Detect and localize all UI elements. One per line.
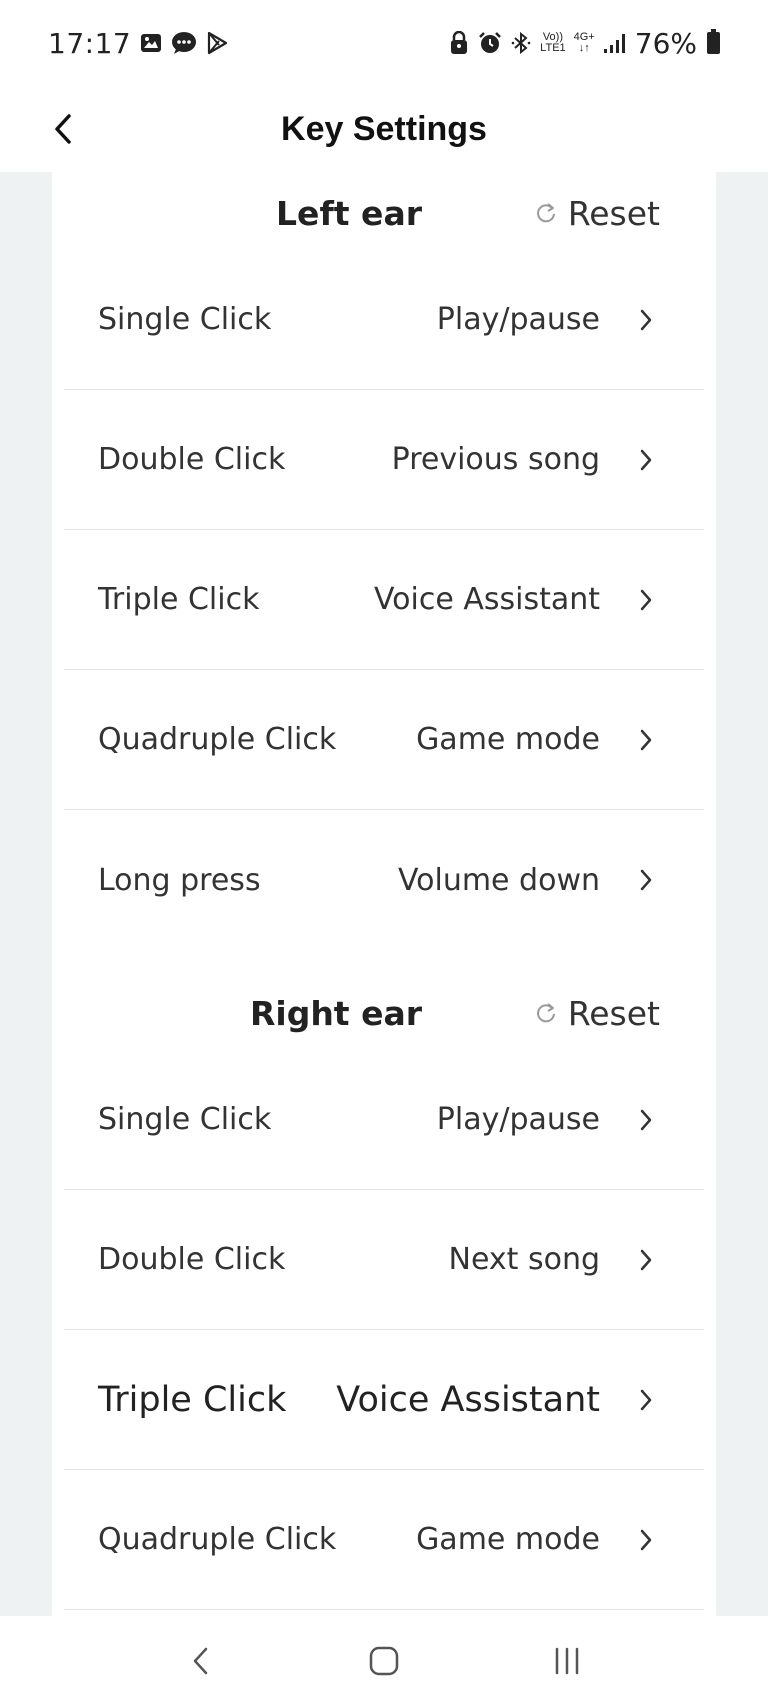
battery-icon [707, 29, 720, 54]
settings-content[interactable]: Left ear Reset Single Click Play/pause D… [0, 172, 768, 1616]
row-label: Quadruple Click [98, 722, 337, 757]
nav-back-button[interactable] [171, 1631, 231, 1691]
row-value: Next song [448, 1242, 600, 1277]
row-label: Single Click [98, 302, 272, 337]
row-label: Long press [98, 862, 261, 898]
row-label: Double Click [98, 442, 286, 477]
left-ear-header: Left ear Reset [52, 176, 716, 250]
chevron-right-icon [634, 1245, 658, 1275]
bluetooth-icon [510, 31, 532, 55]
row-value: Game mode [416, 1522, 600, 1557]
nav-home-button[interactable] [354, 1631, 414, 1691]
chat-bubble-icon [171, 31, 197, 55]
right-ear-title: Right ear [249, 993, 422, 1033]
lock-icon [448, 31, 470, 55]
status-bar: 17:17 Vo)) LTE1 4G+ ↓↑ 76% [0, 0, 768, 86]
left-ear-row-single-click[interactable]: Single Click Play/pause [64, 250, 704, 390]
left-ear-row-quadruple-click[interactable]: Quadruple Click Game mode [64, 670, 704, 810]
chevron-right-icon [634, 1525, 658, 1555]
right-ear-row-single-click[interactable]: Single Click Play/pause [64, 1050, 704, 1190]
row-value: Play/pause [436, 1102, 600, 1137]
gallery-icon [139, 31, 163, 55]
left-ear-card: Left ear Reset Single Click Play/pause D… [52, 172, 716, 1092]
row-label: Quadruple Click [98, 1522, 337, 1557]
reset-label: Reset [567, 993, 660, 1033]
left-ear-title: Left ear [276, 193, 422, 233]
right-ear-card: Right ear Reset Single Click Play/pause … [52, 960, 716, 1616]
network-type-icon: 4G+ ↓↑ [574, 32, 595, 54]
chevron-right-icon [634, 1105, 658, 1135]
chevron-right-icon [634, 1385, 658, 1415]
row-value: Voice Assistant [336, 1379, 600, 1420]
row-value: Play/pause [436, 302, 600, 337]
chevron-right-icon [634, 865, 658, 895]
app-bar: Key Settings [0, 86, 768, 172]
left-ear-row-long-press[interactable]: Long press Volume down [64, 810, 704, 950]
chevron-right-icon [634, 305, 658, 335]
row-value: Volume down [397, 862, 600, 898]
left-ear-row-triple-click[interactable]: Triple Click Voice Assistant [64, 530, 704, 670]
play-store-icon [205, 31, 229, 55]
chevron-right-icon [634, 445, 658, 475]
home-icon [369, 1646, 399, 1676]
chevron-left-icon [55, 114, 71, 144]
row-label: Single Click [98, 1102, 272, 1137]
chevron-right-icon [634, 725, 658, 755]
row-label: Double Click [98, 1242, 286, 1277]
right-ear-header: Right ear Reset [52, 976, 716, 1050]
right-ear-row-double-click[interactable]: Double Click Next song [64, 1190, 704, 1330]
right-ear-row-triple-click[interactable]: Triple Click Voice Assistant [64, 1330, 704, 1470]
back-button[interactable] [36, 102, 90, 156]
row-value: Previous song [391, 442, 600, 477]
volte-icon: Vo)) LTE1 [540, 32, 565, 54]
data-arrows-icon: ↓↑ [578, 42, 590, 54]
reset-label: Reset [567, 193, 660, 233]
status-left: 17:17 [48, 27, 229, 60]
reset-icon [536, 203, 555, 223]
row-value: Game mode [416, 722, 600, 757]
system-nav-bar [0, 1616, 768, 1706]
alarm-icon [478, 31, 502, 55]
battery-percent: 76% [634, 26, 697, 60]
lte-label: LTE1 [540, 42, 566, 54]
recents-icon [555, 1647, 578, 1675]
row-label: Triple Click [98, 1379, 287, 1420]
status-right: Vo)) LTE1 4G+ ↓↑ 76% [448, 27, 720, 60]
nav-recents-button[interactable] [537, 1631, 597, 1691]
row-value: Voice Assistant [373, 582, 600, 617]
page-title: Key Settings [281, 109, 487, 148]
left-ear-row-double-click[interactable]: Double Click Previous song [64, 390, 704, 530]
right-ear-row-quadruple-click[interactable]: Quadruple Click Game mode [64, 1470, 704, 1610]
chevron-right-icon [634, 585, 658, 615]
reset-icon [536, 1003, 555, 1023]
back-icon [194, 1647, 208, 1675]
row-label: Triple Click [98, 582, 260, 617]
status-time: 17:17 [48, 26, 132, 60]
left-ear-reset-button[interactable]: Reset [534, 194, 660, 233]
signal-icon [603, 32, 627, 54]
right-ear-reset-button[interactable]: Reset [534, 994, 660, 1033]
